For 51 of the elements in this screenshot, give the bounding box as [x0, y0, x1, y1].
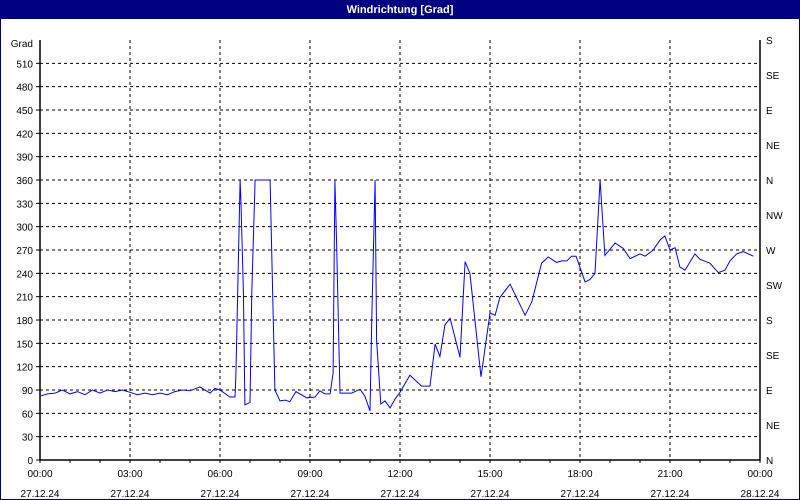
compass-label: S: [766, 316, 773, 327]
x-axis-label: 06:00: [207, 469, 233, 480]
compass-label: NE: [766, 421, 780, 432]
y-axis-label: 240: [16, 269, 33, 280]
x-axis-date: 28.12.24: [740, 489, 780, 499]
y-axis-label: 480: [16, 82, 33, 94]
y-axis-label: 210: [16, 292, 33, 304]
y-axis-label: 180: [16, 316, 33, 327]
x-axis-date: 27.12.24: [290, 489, 330, 499]
compass-label: SE: [766, 351, 780, 362]
y-axis-label: 390: [16, 152, 33, 164]
compass-label: N: [766, 456, 774, 467]
y-axis-label: 300: [16, 222, 33, 234]
x-axis-label: 03:00: [117, 469, 143, 480]
y-axis-label: 90: [22, 386, 33, 397]
x-axis-label: 21:00: [657, 469, 683, 480]
y-axis-label: 360: [16, 176, 33, 187]
x-axis-date: 27.12.24: [200, 489, 240, 499]
x-axis-date: 27.12.24: [20, 489, 60, 499]
compass-label: NE: [766, 141, 780, 152]
compass-label: E: [766, 106, 773, 117]
x-axis-label: 09:00: [297, 469, 323, 480]
y-axis-label: 270: [16, 246, 33, 257]
x-axis-date: 27.12.24: [650, 489, 690, 499]
x-axis-label: 15:00: [477, 469, 503, 480]
compass-label: SW: [766, 281, 782, 292]
y-axis-label: 510: [16, 59, 33, 70]
window-title: Windrichtung [Grad]: [1, 1, 799, 19]
y-axis-label: 150: [16, 339, 33, 350]
compass-label: N: [766, 176, 774, 187]
x-axis-date: 27.12.24: [380, 489, 420, 499]
x-axis-label: 12:00: [387, 469, 413, 480]
compass-label: E: [766, 386, 773, 397]
x-axis-date: 27.12.24: [560, 489, 600, 499]
x-axis-date: 27.12.24: [470, 489, 510, 499]
compass-label: SE: [766, 71, 780, 82]
compass-label: NW: [766, 211, 783, 222]
y-axis-label: 30: [22, 432, 33, 444]
y-axis-title: Grad: [10, 39, 33, 50]
x-axis-label: 00:00: [747, 469, 773, 480]
y-axis-label: 60: [22, 409, 33, 420]
y-axis-label: 420: [16, 129, 33, 140]
x-axis-date: 27.12.24: [110, 489, 150, 499]
x-axis-label: 18:00: [567, 469, 593, 480]
compass-label: W: [766, 246, 776, 257]
y-axis-label: 120: [16, 362, 33, 374]
y-axis-label: 450: [16, 106, 33, 117]
y-axis-label: 0: [27, 456, 33, 467]
x-axis-label: 00:00: [27, 469, 53, 480]
y-axis-label: 330: [16, 199, 33, 210]
compass-label: S: [766, 36, 773, 47]
